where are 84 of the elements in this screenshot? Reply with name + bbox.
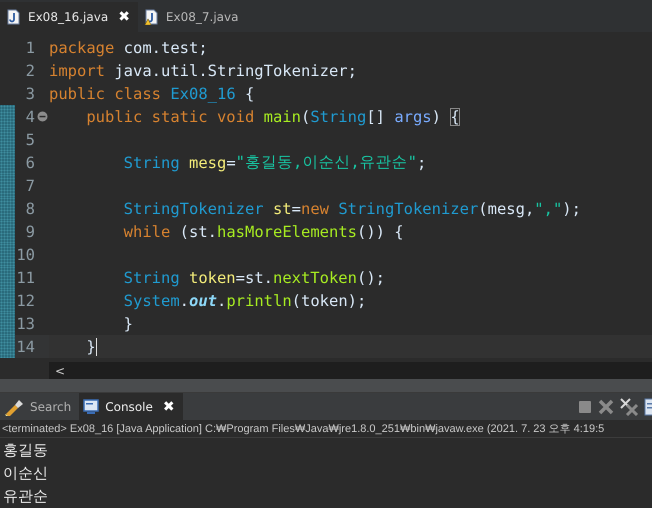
code-token: Ex08_16: [170, 84, 236, 103]
code-token: StringTokenizer: [122, 200, 265, 218]
close-icon[interactable]: ✖: [118, 9, 130, 26]
line-number: 10: [15, 246, 35, 264]
text-caret: [96, 338, 97, 356]
code-token: new: [300, 200, 330, 218]
code-token: token: [188, 268, 236, 287]
code-token: while: [122, 222, 170, 241]
code-token: String: [122, 154, 181, 172]
remove-icon[interactable]: [598, 398, 614, 415]
remove-all-icon[interactable]: [620, 398, 638, 416]
code-token: =st.: [236, 268, 273, 287]
line-number: 3: [24, 84, 35, 103]
code-token: ",": [534, 200, 562, 218]
line-number: 13: [15, 314, 35, 333]
line-number: 8: [24, 200, 35, 218]
line-number: 6: [24, 154, 35, 172]
line-number: 7: [24, 176, 35, 195]
code-token: mesg: [188, 154, 226, 172]
line-number: 14: [15, 338, 35, 356]
console-status: <terminated> Ex08_16 [Java Application] C:₩Program Files₩Java₩jre1.8.0_251₩bin₩javaw.exe (2021. 7. 23 오후 4:19:5: [2, 422, 604, 436]
code-token: public class: [49, 84, 162, 103]
java-file-icon: [6, 9, 22, 26]
stop-icon[interactable]: [578, 400, 592, 414]
code-token: import: [49, 62, 105, 80]
scroll-left-arrow[interactable]: <: [55, 364, 66, 378]
code-token: StringTokenizer: [338, 200, 478, 218]
code-token: String: [310, 108, 366, 126]
line-number: 11: [15, 268, 35, 287]
code-token: ();: [356, 268, 385, 287]
code-token: );: [562, 200, 581, 218]
code-token: com.test;: [122, 38, 208, 57]
java-file-warning-icon: [144, 9, 160, 26]
code-token: st: [272, 200, 292, 218]
code-token: .: [217, 292, 226, 310]
code-token: main: [264, 108, 301, 126]
code-token: ;: [416, 154, 426, 172]
code-token: out: [189, 292, 217, 310]
code-token: .: [180, 292, 189, 310]
code-token: =: [292, 200, 301, 218]
code-token: (: [300, 108, 310, 126]
code-token: String: [122, 268, 181, 287]
code-token: =: [226, 154, 236, 172]
editor-tab[interactable]: Ex08_7.java: [138, 2, 246, 32]
line-number: 9: [24, 222, 35, 241]
monitor-icon: [83, 398, 100, 415]
tab-label: Search: [30, 400, 72, 414]
tab-label: Ex08_7.java: [166, 10, 238, 24]
code-token: nextToken: [272, 268, 357, 287]
code-token: package: [49, 38, 114, 57]
console-output-line: 이순신: [3, 462, 49, 484]
code-token: (mesg,: [478, 200, 534, 218]
code-token: (st.: [178, 222, 217, 241]
close-icon[interactable]: ✖: [162, 398, 175, 415]
line-number: 12: [15, 292, 35, 310]
horizontal-scrollbar[interactable]: <: [49, 362, 652, 380]
view-tab[interactable]: Search: [0, 393, 80, 420]
code-token: }: [122, 314, 133, 333]
code-token: hasMoreElements: [217, 222, 357, 241]
code-token: {: [450, 108, 460, 126]
code-token: args: [394, 108, 432, 126]
code-token: "홍길동,이순신,유관순": [236, 152, 417, 174]
line-number: 1: [24, 38, 35, 57]
code-token: }: [85, 338, 96, 356]
code-token: System: [122, 292, 180, 310]
code-token: {: [244, 84, 254, 103]
code-token: (token);: [292, 292, 366, 310]
code-token: []: [366, 108, 386, 126]
editor-tab[interactable]: Ex08_16.java ✖: [0, 2, 138, 32]
line-number: 4: [24, 108, 35, 126]
console-output-line: 홍길동: [3, 440, 49, 461]
view-tab[interactable]: Console ✖: [79, 393, 183, 420]
tab-label: Console: [105, 400, 153, 414]
code-token: ): [432, 108, 442, 126]
fold-icon[interactable]: [36, 111, 48, 122]
code-token: println: [226, 292, 292, 310]
code-token: java.util.StringTokenizer;: [113, 62, 357, 80]
code-token: ()) {: [356, 222, 404, 241]
console-output-line: 유관순: [3, 486, 49, 507]
tab-label: Ex08_16.java: [28, 10, 108, 24]
line-number: 2: [24, 62, 35, 80]
line-number: 5: [24, 130, 35, 149]
code-token: public static void: [85, 108, 256, 126]
document-icon[interactable]: [644, 398, 652, 416]
